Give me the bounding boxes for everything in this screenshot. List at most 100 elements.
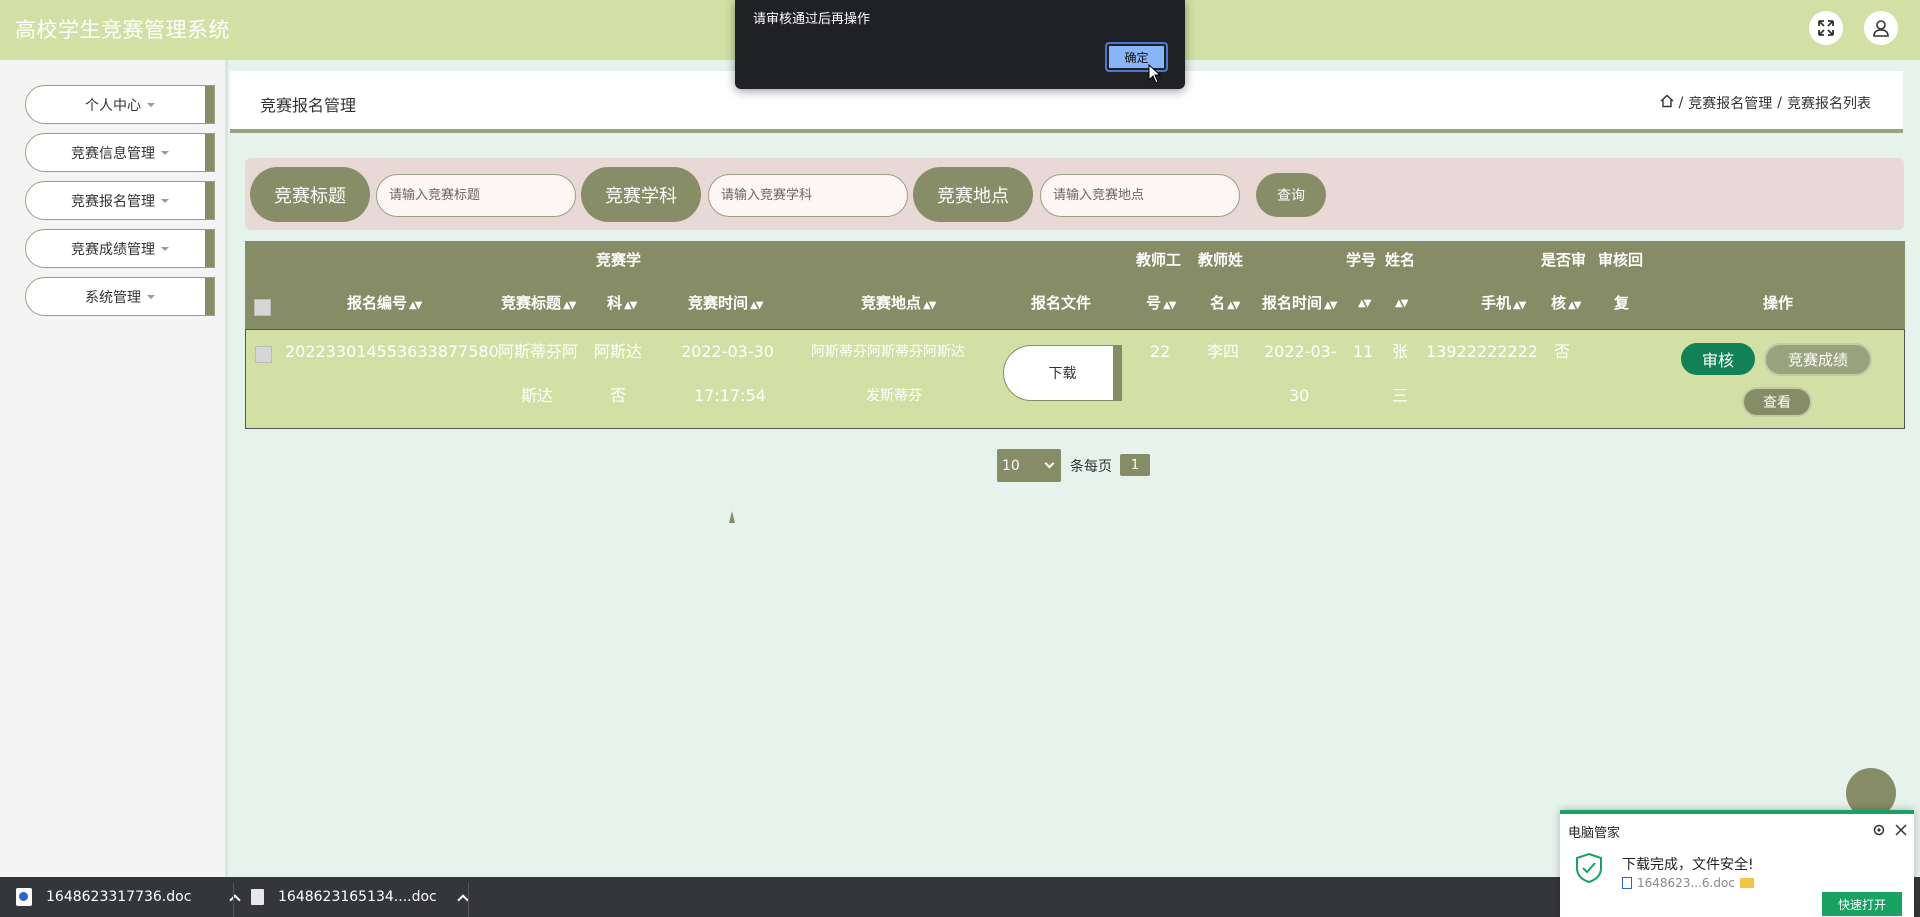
column-header-subject-line1: 竞赛学 [596, 251, 642, 269]
chevron-up-icon[interactable] [457, 893, 469, 906]
cell-comp-time-1: 2022-03-30 [681, 342, 774, 361]
settings-icon[interactable] [1872, 822, 1886, 841]
column-header-approved[interactable]: 核 ▲▼ [1551, 292, 1581, 313]
column-header-subject[interactable]: 科 ▲▼ [607, 292, 637, 313]
mouse-cursor-icon [1148, 64, 1162, 84]
breadcrumb: / 竞赛报名管理 / 竞赛报名列表 [1660, 93, 1871, 113]
sidebar-item-label: 竞赛报名管理 [71, 193, 155, 210]
view-button[interactable]: 查看 [1742, 387, 1812, 417]
toast-message: 下载完成，文件安全! [1622, 857, 1754, 873]
toast-title: 电脑管家 [1568, 826, 1621, 841]
cell-name-1: 张 [1392, 342, 1409, 361]
column-header-teacher-no[interactable]: 号 ▲▼ [1146, 292, 1176, 313]
page-size-select[interactable]: 10 [997, 449, 1061, 482]
location-search-input[interactable] [1040, 174, 1240, 217]
quick-open-button[interactable]: 快速打开 [1822, 892, 1902, 916]
select-all-checkbox[interactable] [254, 299, 271, 316]
expand-icon[interactable] [1809, 11, 1843, 45]
sort-icon: ▲▼ [1568, 300, 1581, 311]
page-number-current[interactable]: 1 [1120, 454, 1150, 476]
row-checkbox[interactable] [255, 346, 272, 363]
registration-table: 报名编号 ▲▼ 竞赛标题 ▲▼ 竞赛学 科 ▲▼ 竞赛时间 ▲▼ 竞赛地点 ▲▼ 报名文件… [245, 241, 1905, 429]
table-header: 报名编号 ▲▼ 竞赛标题 ▲▼ 竞赛学 科 ▲▼ 竞赛时间 ▲▼ 竞赛地点 ▲▼ 报名文件… [245, 241, 1905, 329]
cell-location-1: 阿斯蒂芬阿斯蒂芬阿斯达 [811, 344, 965, 360]
home-icon[interactable] [1660, 94, 1674, 112]
security-toast: 电脑管家 下载完成，文件安全! 1648623...6.doc 快速打开 [1560, 810, 1914, 917]
caret-down-icon [161, 150, 169, 155]
sidebar-item-label: 竞赛信息管理 [71, 145, 155, 162]
sidebar-item-registration[interactable]: 竞赛报名管理 [25, 181, 215, 220]
column-header-name-line1: 姓名 [1385, 251, 1416, 269]
cell-name-2: 三 [1392, 386, 1409, 405]
column-header-comp-time[interactable]: 竞赛时间 ▲▼ [688, 292, 763, 313]
column-header-reply-line1: 审核回 [1598, 251, 1644, 269]
divider [468, 883, 469, 917]
column-header-location[interactable]: 竞赛地点 ▲▼ [861, 292, 936, 313]
breadcrumb-level1[interactable]: 竞赛报名管理 [1688, 93, 1772, 113]
page-title: 竞赛报名管理 [260, 96, 357, 115]
folder-icon[interactable] [1739, 878, 1754, 888]
cell-subject-1: 阿斯达 [594, 342, 643, 361]
download-item[interactable]: 1648623317736.doc [16, 877, 242, 917]
column-header-teacher-name-line1: 教师姓 [1198, 251, 1244, 269]
cell-phone: 13922222222 [1426, 342, 1538, 361]
cell-comp-title-1: 阿斯蒂芬阿 [498, 342, 579, 361]
sidebar-item-label: 个人中心 [85, 97, 141, 114]
column-header-reply: 复 [1614, 294, 1630, 312]
column-header-approved-line1: 是否审 [1541, 251, 1587, 269]
subject-search-input[interactable] [708, 174, 908, 217]
app-title: 高校学生竞赛管理系统 [15, 18, 230, 42]
column-header-comp-title[interactable]: 竞赛标题 ▲▼ [501, 292, 576, 313]
alert-message: 请审核通过后再操作 [753, 12, 871, 27]
alert-dialog: 请审核通过后再操作 确定 [735, 0, 1185, 89]
sidebar-item-label: 竞赛成绩管理 [71, 241, 155, 258]
column-header-reg-time[interactable]: 报名时间 ▲▼ [1262, 292, 1337, 313]
competition-score-button[interactable]: 竞赛成绩 [1764, 343, 1872, 376]
breadcrumb-level2: 竞赛报名列表 [1787, 96, 1871, 112]
sidebar-item-system[interactable]: 系统管理 [25, 277, 215, 316]
sort-icon: ▲▼ [1513, 300, 1526, 311]
table-row: 20223301455363387758​0 阿斯蒂芬阿 斯达 阿斯达 否 20… [245, 329, 1905, 429]
caret-down-icon [147, 294, 155, 299]
cell-reg-no: 20223301455363387758​0 [285, 342, 499, 361]
column-header-student-no-line1: 学号 [1346, 251, 1377, 269]
cell-teacher-name: 李四 [1207, 342, 1240, 361]
sort-icon: ▲▼ [1395, 298, 1408, 309]
column-header-phone[interactable]: 手机 ▲▼ [1481, 292, 1526, 313]
download-filename: 1648623317736.doc [46, 889, 192, 905]
query-button[interactable]: 查询 [1256, 173, 1326, 217]
per-page-label: 条每页 [1070, 459, 1112, 475]
breadcrumb-separator: / [1678, 95, 1684, 111]
cell-approved: 否 [1554, 342, 1571, 361]
column-header-reg-no[interactable]: 报名编号 ▲▼ [347, 292, 422, 313]
subject-search-label: 竞赛学科 [581, 167, 701, 222]
column-header-student-no[interactable]: ▲▼ [1356, 292, 1371, 310]
doc-file-icon [1622, 877, 1632, 889]
caret-down-icon [161, 198, 169, 203]
download-button[interactable]: 下载 [1003, 345, 1122, 401]
doc-file-icon [16, 888, 32, 906]
sidebar-item-label: 系统管理 [85, 289, 141, 306]
sort-icon: ▲▼ [1358, 298, 1371, 309]
chevron-up-icon[interactable] [229, 893, 242, 906]
title-search-input[interactable] [376, 174, 576, 217]
divider [233, 883, 234, 917]
column-header-teacher-no-line1: 教师工 [1136, 251, 1182, 269]
column-header-teacher-name[interactable]: 名 ▲▼ [1210, 292, 1240, 313]
review-button[interactable]: 审核 [1681, 343, 1755, 375]
close-icon[interactable] [1894, 822, 1908, 841]
cell-comp-time-2: 17:17:54 [694, 386, 766, 405]
search-bar: 竞赛标题 竞赛学科 竞赛地点 查询 [245, 158, 1904, 230]
sidebar-item-competition-info[interactable]: 竞赛信息管理 [25, 133, 215, 172]
sort-icon: ▲▼ [923, 300, 936, 311]
cell-reg-time-1: 2022-03- [1264, 342, 1337, 361]
column-header-name[interactable]: ▲▼ [1393, 292, 1408, 310]
download-item[interactable]: 1648623165134....doc [251, 877, 469, 917]
sort-icon: ▲▼ [1324, 300, 1337, 311]
user-icon[interactable] [1864, 11, 1898, 45]
caret-down-icon [147, 102, 155, 107]
sidebar-item-scores[interactable]: 竞赛成绩管理 [25, 229, 215, 268]
toast-file: 1648623...6.doc [1622, 876, 1754, 890]
sidebar-item-personal-center[interactable]: 个人中心 [25, 85, 215, 124]
download-filename: 1648623165134....doc [278, 889, 437, 905]
